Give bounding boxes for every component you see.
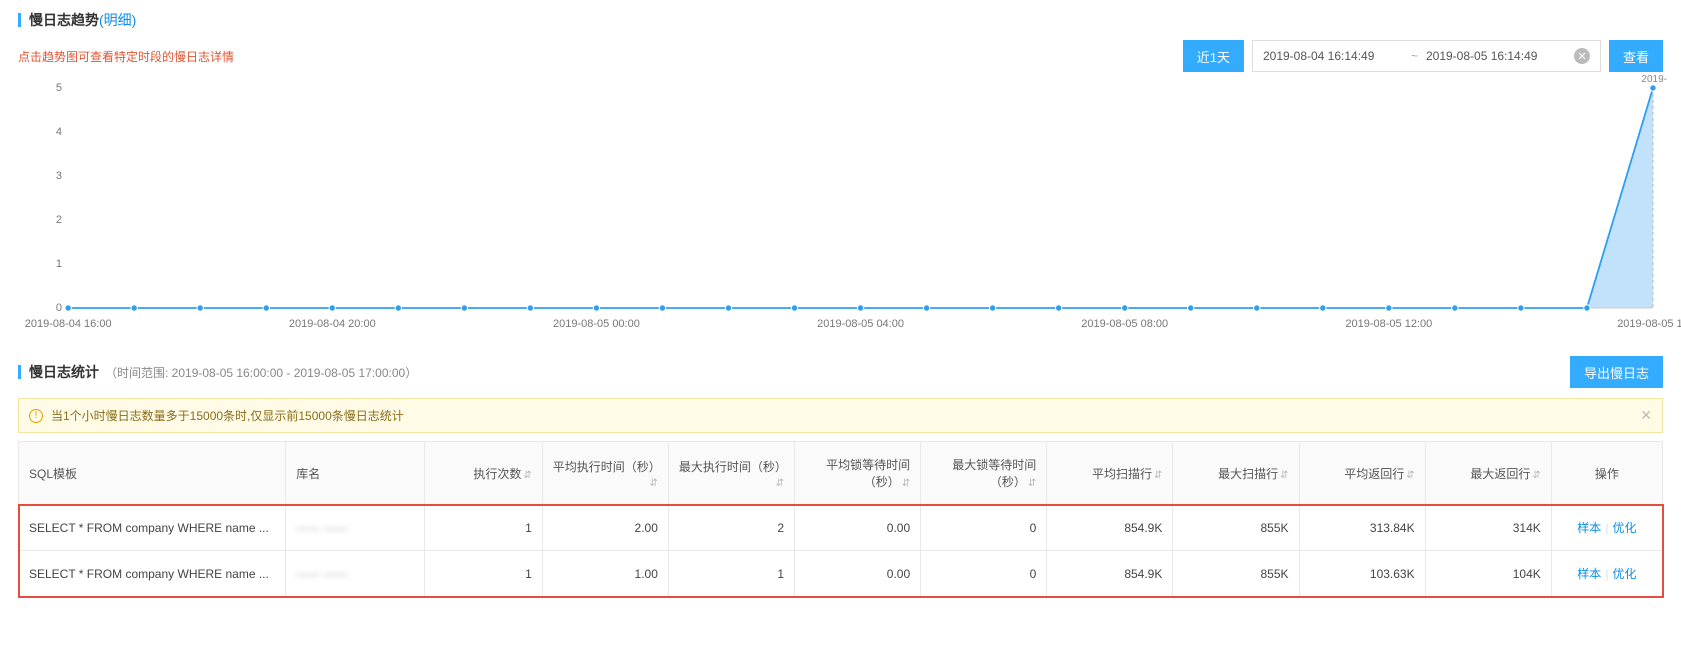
cell-db-name: —— —— — [286, 551, 425, 597]
alert-text: 当1个小时慢日志数量多于15000条时,仅显示前15000条慢日志统计 — [51, 407, 404, 424]
x-tick-label: 2019-08-05 08:00 — [1081, 318, 1168, 330]
close-icon[interactable]: ✕ — [1574, 48, 1590, 64]
cell-max-lock-wait: 0 — [921, 551, 1047, 597]
col-exec-count[interactable]: 执行次数⇵ — [425, 442, 543, 505]
quick-range-button[interactable]: 近1天 — [1183, 40, 1244, 72]
cell-exec-count: 1 — [425, 551, 543, 597]
col-max-return-rows[interactable]: 最大返回行⇵ — [1425, 442, 1551, 505]
x-tick-label: 2019-08-05 16 — [1617, 318, 1681, 330]
date-range-picker[interactable]: ~ ✕ — [1252, 40, 1601, 72]
sort-icon: ⇵ — [902, 478, 910, 489]
warning-icon: ! — [29, 409, 43, 423]
x-tick-label: 2019-08-05 12:00 — [1345, 318, 1432, 330]
trend-chart[interactable]: 012345 2019- 2019-08-04 16:002019-08-04 … — [18, 78, 1663, 338]
cell-max-return-rows: 104K — [1425, 551, 1551, 597]
date-separator: ~ — [1411, 49, 1418, 63]
col-max-scan-rows[interactable]: 最大扫描行⇵ — [1173, 442, 1299, 505]
cell-avg-lock-wait: 0.00 — [795, 505, 921, 551]
cell-avg-return-rows: 103.63K — [1299, 551, 1425, 597]
trend-header: 慢日志趋势 (明细) — [18, 10, 1663, 30]
stats-range: （时间范围: 2019-08-05 16:00:00 - 2019-08-05 … — [105, 364, 417, 381]
date-to-input[interactable] — [1426, 49, 1566, 63]
cell-ops: 样本|优化 — [1551, 505, 1662, 551]
cell-max-exec-time: 2 — [668, 505, 794, 551]
y-tick-label: 2 — [56, 214, 62, 226]
chart-tooltip: 2019- — [1641, 74, 1667, 85]
sort-icon: ⇵ — [1154, 470, 1162, 481]
sort-icon: ⇵ — [776, 478, 784, 489]
sort-icon: ⇵ — [1280, 470, 1288, 481]
y-tick-label: 4 — [56, 126, 62, 138]
sort-icon: ⇵ — [1406, 470, 1414, 481]
trend-title: 慢日志趋势 — [29, 10, 99, 30]
x-tick-label: 2019-08-05 04:00 — [817, 318, 904, 330]
cell-avg-scan-rows: 854.9K — [1047, 551, 1173, 597]
sort-icon: ⇵ — [1532, 470, 1540, 481]
toolbar-right: 近1天 ~ ✕ 查看 — [1183, 40, 1663, 72]
trend-toolbar: 点击趋势图可查看特定时段的慢日志详情 近1天 ~ ✕ 查看 — [18, 40, 1663, 72]
cell-avg-lock-wait: 0.00 — [795, 551, 921, 597]
col-db-name[interactable]: 库名 — [286, 442, 425, 505]
col-sql-template[interactable]: SQL模板 — [19, 442, 286, 505]
cell-max-lock-wait: 0 — [921, 505, 1047, 551]
cell-exec-count: 1 — [425, 505, 543, 551]
sort-icon: ⇵ — [523, 470, 531, 481]
cell-max-scan-rows: 855K — [1173, 505, 1299, 551]
col-avg-lock-wait[interactable]: 平均锁等待时间（秒）⇵ — [795, 442, 921, 505]
optimize-link[interactable]: 优化 — [1612, 567, 1636, 581]
stats-table: SQL模板 库名 执行次数⇵ 平均执行时间（秒）⇵ 最大执行时间（秒）⇵ 平均锁… — [18, 441, 1663, 597]
stats-title: 慢日志统计 — [29, 362, 99, 382]
col-avg-return-rows[interactable]: 平均返回行⇵ — [1299, 442, 1425, 505]
col-avg-scan-rows[interactable]: 平均扫描行⇵ — [1047, 442, 1173, 505]
cell-max-scan-rows: 855K — [1173, 551, 1299, 597]
cell-avg-exec-time: 2.00 — [542, 505, 668, 551]
sample-link[interactable]: 样本 — [1577, 567, 1601, 581]
sort-icon: ⇵ — [649, 478, 657, 489]
cell-avg-scan-rows: 854.9K — [1047, 505, 1173, 551]
cell-max-return-rows: 314K — [1425, 505, 1551, 551]
y-tick-label: 5 — [56, 82, 62, 94]
date-from-input[interactable] — [1263, 49, 1403, 63]
alert-banner: ! 当1个小时慢日志数量多于15000条时,仅显示前15000条慢日志统计 ✕ — [18, 398, 1663, 433]
table-row: SELECT * FROM company WHERE name ...—— —… — [19, 551, 1663, 597]
x-tick-label: 2019-08-04 20:00 — [289, 318, 376, 330]
x-tick-label: 2019-08-05 00:00 — [553, 318, 640, 330]
optimize-link[interactable]: 优化 — [1612, 521, 1636, 535]
sample-link[interactable]: 样本 — [1577, 521, 1601, 535]
col-avg-exec-time[interactable]: 平均执行时间（秒）⇵ — [542, 442, 668, 505]
y-tick-label: 1 — [56, 258, 62, 270]
stats-header: 慢日志统计 （时间范围: 2019-08-05 16:00:00 - 2019-… — [18, 356, 1663, 388]
sort-icon: ⇵ — [1028, 478, 1036, 489]
cell-max-exec-time: 1 — [668, 551, 794, 597]
table-row: SELECT * FROM company WHERE name ...—— —… — [19, 505, 1663, 551]
alert-close-icon[interactable]: ✕ — [1640, 407, 1652, 424]
col-max-exec-time[interactable]: 最大执行时间（秒）⇵ — [668, 442, 794, 505]
x-tick-label: 2019-08-04 16:00 — [25, 318, 112, 330]
search-button[interactable]: 查看 — [1609, 40, 1663, 72]
cell-ops: 样本|优化 — [1551, 551, 1662, 597]
section-bar — [18, 13, 21, 27]
cell-avg-exec-time: 1.00 — [542, 551, 668, 597]
cell-avg-return-rows: 313.84K — [1299, 505, 1425, 551]
y-tick-label: 3 — [56, 170, 62, 182]
table-header-row: SQL模板 库名 执行次数⇵ 平均执行时间（秒）⇵ 最大执行时间（秒）⇵ 平均锁… — [19, 442, 1663, 505]
col-max-lock-wait[interactable]: 最大锁等待时间（秒）⇵ — [921, 442, 1047, 505]
cell-sql-template[interactable]: SELECT * FROM company WHERE name ... — [19, 505, 286, 551]
col-ops: 操作 — [1551, 442, 1662, 505]
detail-link[interactable]: (明细) — [99, 10, 136, 30]
y-tick-label: 0 — [56, 302, 62, 314]
cell-db-name: —— —— — [286, 505, 425, 551]
cell-sql-template[interactable]: SELECT * FROM company WHERE name ... — [19, 551, 286, 597]
export-button[interactable]: 导出慢日志 — [1570, 356, 1663, 388]
section-bar — [18, 365, 21, 379]
trend-hint: 点击趋势图可查看特定时段的慢日志详情 — [18, 48, 234, 65]
